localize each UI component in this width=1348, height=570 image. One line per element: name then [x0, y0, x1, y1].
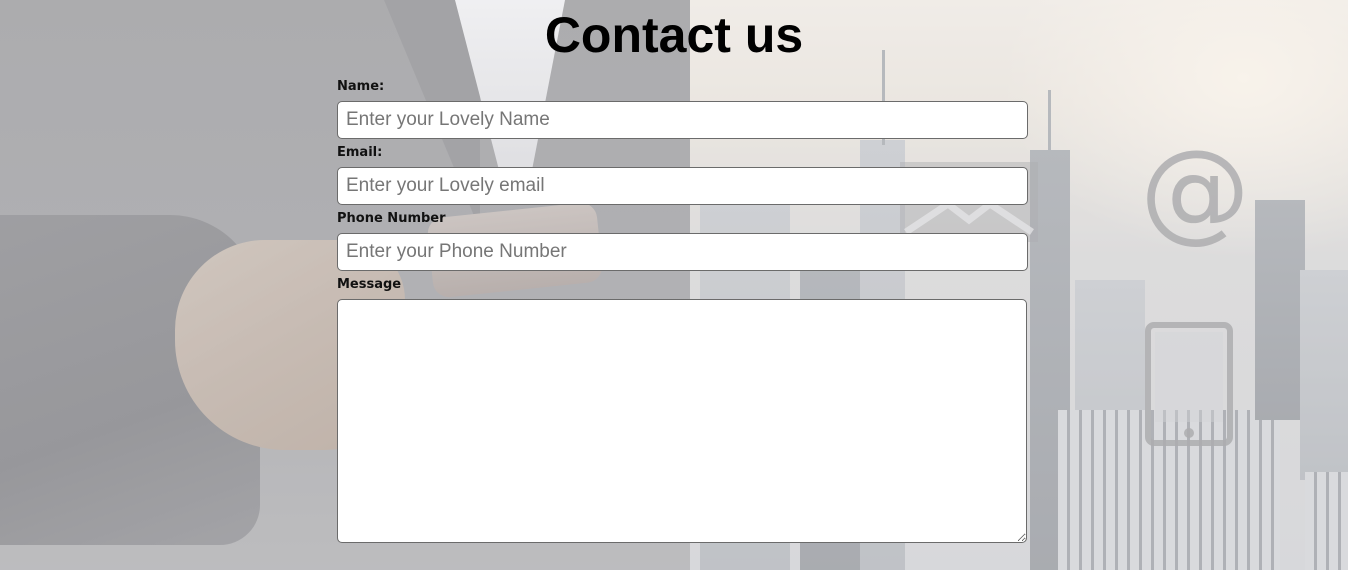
name-label: Name:	[337, 79, 385, 94]
message-field-group: Message	[337, 276, 1028, 543]
page-title: Contact us	[544, 7, 804, 63]
name-field-group: Name:	[337, 78, 1028, 143]
message-textarea[interactable]	[337, 299, 1027, 543]
phone-input[interactable]	[337, 233, 1028, 271]
contact-form: Name: Email: Phone Number Message	[337, 77, 1028, 543]
phone-field-group: Phone Number	[337, 210, 1028, 275]
name-input[interactable]	[337, 101, 1028, 139]
phone-label: Phone Number	[337, 211, 446, 226]
email-field-group: Email:	[337, 144, 1028, 209]
message-label: Message	[337, 277, 402, 292]
email-label: Email:	[337, 145, 383, 160]
email-input[interactable]	[337, 167, 1028, 205]
